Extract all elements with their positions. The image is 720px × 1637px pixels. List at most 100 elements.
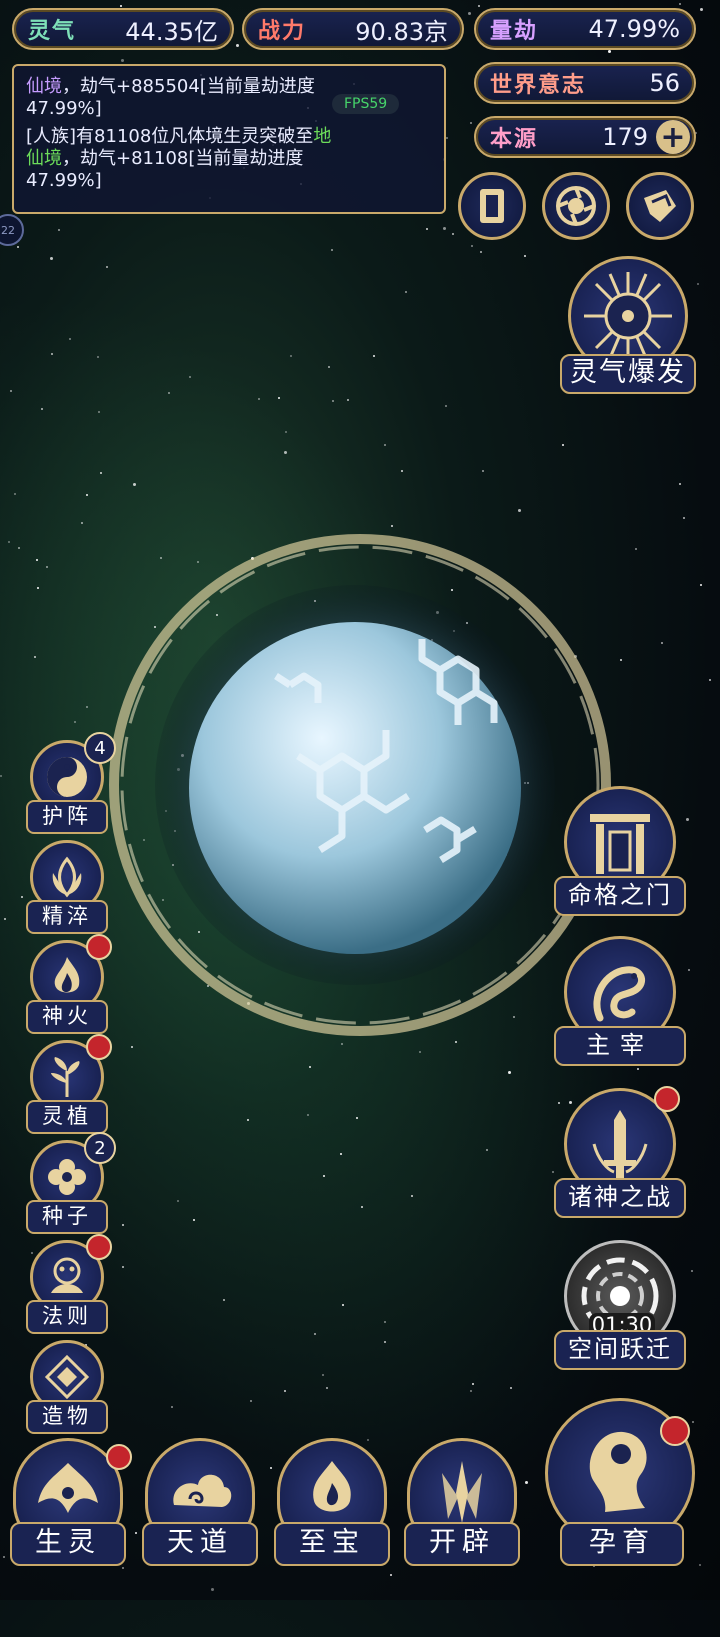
star	[97, 355, 100, 358]
lingqi-stat[interactable]: 灵气 44.35亿	[12, 8, 234, 50]
creation-diamond-icon	[44, 1354, 90, 1400]
zhongzi-label: 种子	[26, 1200, 108, 1234]
embryo-icon	[589, 1431, 647, 1512]
star	[277, 396, 280, 399]
star	[486, 1148, 489, 1151]
star	[322, 1174, 325, 1177]
star	[405, 291, 408, 294]
zhuzai-button[interactable]: 主宰	[554, 936, 686, 1066]
vortex-icon	[556, 186, 596, 226]
star	[470, 1389, 473, 1392]
star	[384, 1320, 387, 1323]
benyuan-value: 179	[602, 123, 648, 151]
star	[106, 266, 109, 269]
bottom-button-zhibao[interactable]: 至宝	[274, 1438, 390, 1566]
star	[372, 355, 375, 358]
benyuan-stat[interactable]: 本源 179 +	[474, 116, 696, 158]
huzhen-label: 护阵	[26, 800, 108, 834]
left-button-shenhuo[interactable]: 神火	[26, 934, 112, 1034]
vortex-button[interactable]	[542, 172, 610, 240]
burst-label: 灵气爆发	[560, 354, 696, 394]
space-jump-label: 空间跃迁	[554, 1330, 686, 1370]
left-button-lingzhi[interactable]: 灵植	[26, 1034, 112, 1134]
bottom-button-kaipi[interactable]: 开辟	[404, 1438, 520, 1566]
zhushen-war-button[interactable]: 诸神之战	[554, 1086, 686, 1218]
add-benyuan-button[interactable]: +	[656, 120, 690, 155]
star	[45, 565, 48, 568]
log-highlight: 地	[313, 126, 332, 147]
left-button-huzhen[interactable]: 护阵 4	[26, 732, 116, 834]
shengling-label: 生灵	[10, 1522, 126, 1566]
star	[250, 1399, 253, 1402]
side-tab-badge[interactable]: 22	[0, 214, 24, 246]
shijie-stat[interactable]: 世界意志 56	[474, 62, 696, 104]
star	[133, 483, 137, 487]
card-button[interactable]	[458, 172, 526, 240]
star	[284, 430, 287, 433]
gate-pillar-icon	[590, 814, 650, 874]
divine-fire-icon	[54, 957, 80, 993]
event-log[interactable]: 仙境，劫气+885504[当前量劫进度 47.99%] [人族]有81108位凡…	[12, 64, 446, 214]
star	[21, 896, 23, 899]
lingqi-label: 灵气	[28, 19, 77, 44]
star	[40, 408, 43, 411]
star	[470, 121, 473, 124]
burst-star-icon	[584, 272, 672, 360]
lingzhi-label: 灵植	[26, 1100, 108, 1134]
star	[2, 1555, 5, 1558]
sword-icon	[592, 1110, 648, 1178]
scroll-icon	[644, 190, 676, 222]
lingzhi-notify-dot	[86, 1034, 112, 1060]
star	[696, 282, 699, 285]
star	[58, 228, 61, 231]
zhanli-stat[interactable]: 战力 90.83京	[242, 8, 464, 50]
star	[8, 540, 11, 543]
star	[0, 774, 3, 777]
bottom-button-tiandao[interactable]: 天道	[142, 1438, 258, 1566]
star	[471, 245, 474, 248]
kaipi-label: 开辟	[404, 1522, 520, 1566]
star	[419, 1050, 422, 1053]
faze-notify-dot	[86, 1234, 112, 1260]
star	[306, 1114, 309, 1117]
star	[355, 1117, 358, 1120]
star	[85, 493, 88, 496]
left-button-zhongzi[interactable]: 种子 2	[26, 1132, 116, 1234]
jingcui-label: 精淬	[26, 900, 108, 934]
lingqi-burst-button[interactable]: 灵气爆发	[560, 256, 696, 394]
star	[682, 516, 685, 519]
benyuan-label: 本源	[490, 127, 539, 152]
seed-flower-icon	[48, 1159, 86, 1195]
star	[193, 1218, 196, 1221]
star	[9, 390, 12, 393]
star	[524, 1481, 528, 1485]
star	[210, 1587, 214, 1591]
fps-counter: FPS59	[332, 94, 400, 114]
zhongzi-count-badge: 2	[84, 1132, 116, 1164]
bottom-button-yunyu[interactable]: 孕育	[540, 1398, 700, 1566]
bottom-button-shengling[interactable]: 生灵	[10, 1438, 132, 1566]
star	[170, 1405, 173, 1408]
planet-world[interactable]	[100, 530, 620, 1050]
star	[270, 1466, 273, 1469]
left-button-zaowu[interactable]: 造物	[26, 1340, 108, 1434]
zhushen-notify-dot	[654, 1086, 680, 1112]
lotus-flame-icon	[52, 856, 82, 898]
star	[289, 354, 292, 357]
liangjie-stat[interactable]: 量劫 47.99%	[474, 8, 696, 50]
star	[330, 248, 333, 251]
scroll-button[interactable]	[626, 172, 694, 240]
star	[223, 1298, 226, 1301]
star	[467, 12, 471, 16]
star	[561, 443, 564, 446]
star	[36, 559, 39, 562]
star	[257, 398, 260, 401]
mingge-gate-button[interactable]: 命格之门	[554, 786, 686, 916]
left-button-faze[interactable]: 法则	[26, 1234, 112, 1334]
dragon-icon	[593, 966, 645, 1022]
star	[328, 365, 331, 368]
huzhen-count-badge: 4	[84, 732, 116, 764]
left-button-jingcui[interactable]: 精淬	[26, 840, 108, 934]
yunyu-label: 孕育	[560, 1522, 684, 1566]
space-jump-button[interactable]: 01:30 空间跃迁	[554, 1240, 686, 1370]
